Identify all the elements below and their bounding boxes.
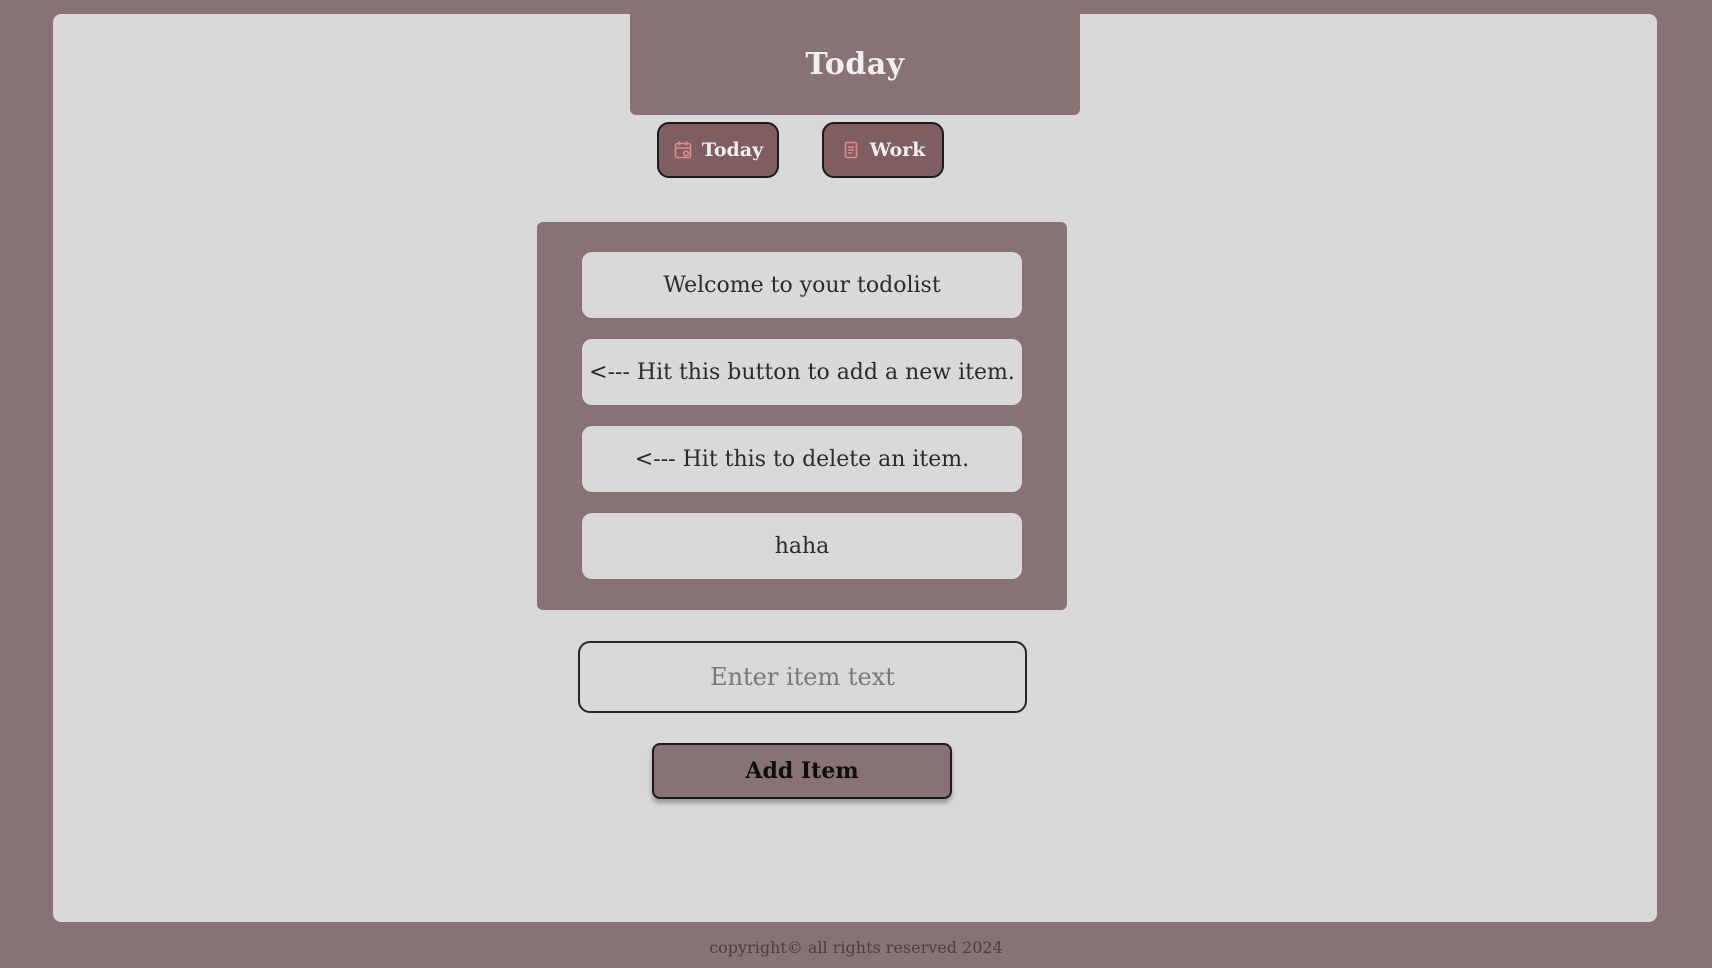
nav-button-today[interactable]: Today — [657, 122, 779, 178]
todo-list: Welcome to your todolist <--- Hit this b… — [537, 222, 1067, 610]
header: Today — [630, 14, 1080, 115]
add-item-button[interactable]: Add Item — [652, 743, 952, 799]
item-text-input[interactable] — [578, 641, 1027, 713]
nav-today-label: Today — [701, 139, 764, 161]
calendar-icon — [673, 140, 693, 160]
page-title: Today — [805, 47, 905, 82]
list-item[interactable]: <--- Hit this to delete an item. — [582, 426, 1022, 492]
list-item[interactable]: Welcome to your todolist — [582, 252, 1022, 318]
nav-button-work[interactable]: Work — [822, 122, 944, 178]
list-item[interactable]: haha — [582, 513, 1022, 579]
list-item[interactable]: <--- Hit this button to add a new item. — [582, 339, 1022, 405]
notepad-icon — [841, 140, 861, 160]
footer-copyright: copyright© all rights reserved 2024 — [709, 938, 1003, 957]
nav-work-label: Work — [869, 139, 926, 161]
